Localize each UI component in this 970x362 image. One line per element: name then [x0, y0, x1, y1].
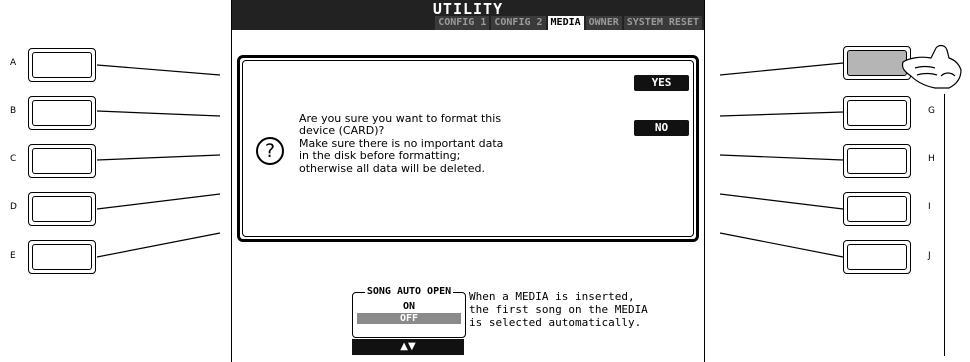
- dialog-message: Are you sure you want to format this dev…: [299, 112, 504, 175]
- up-down-arrows-button[interactable]: ▲▼: [352, 339, 464, 355]
- panel-button-g[interactable]: [843, 96, 911, 130]
- panel-button-h[interactable]: [843, 144, 911, 178]
- button-label-j: J: [928, 251, 931, 261]
- song-auto-open-title: SONG AUTO OPEN: [364, 286, 454, 297]
- button-label-e: E: [10, 251, 16, 261]
- panel-button-i[interactable]: [843, 192, 911, 226]
- pointer-line: [944, 94, 945, 356]
- lcd-screen: UTILITY CONFIG 1 CONFIG 2 MEDIA OWNER SY…: [231, 0, 705, 362]
- button-label-b: B: [10, 106, 17, 116]
- panel-button-j[interactable]: [843, 240, 911, 274]
- media-settings-area: SONG AUTO OPEN ON OFF ▲▼ When a MEDIA is…: [232, 262, 704, 362]
- format-confirm-dialog: YES NO ? Are you sure you want to format…: [237, 55, 699, 242]
- panel-button-a[interactable]: [28, 48, 96, 82]
- tab-system-reset[interactable]: SYSTEM RESET: [623, 16, 702, 30]
- button-label-i: I: [928, 202, 931, 212]
- panel-button-d[interactable]: [28, 192, 96, 226]
- no-button[interactable]: NO: [634, 120, 689, 136]
- song-auto-open-help: When a MEDIA is inserted, the first song…: [469, 290, 648, 329]
- tab-config1[interactable]: CONFIG 1: [435, 16, 490, 30]
- title-bar: UTILITY CONFIG 1 CONFIG 2 MEDIA OWNER SY…: [232, 0, 704, 30]
- button-label-a: A: [10, 58, 17, 68]
- song-auto-open-option-on[interactable]: ON: [353, 301, 465, 312]
- tab-config2[interactable]: CONFIG 2: [491, 16, 546, 30]
- pressing-hand-icon: [901, 44, 962, 89]
- song-auto-open-option-off[interactable]: OFF: [357, 313, 461, 324]
- button-label-c: C: [10, 154, 17, 164]
- button-label-d: D: [10, 202, 17, 212]
- panel-button-b[interactable]: [28, 96, 96, 130]
- song-auto-open-selector[interactable]: SONG AUTO OPEN ON OFF: [352, 286, 466, 338]
- button-label-h: H: [928, 154, 935, 164]
- button-label-g: G: [928, 106, 935, 116]
- panel-button-c[interactable]: [28, 144, 96, 178]
- panel-button-e[interactable]: [28, 240, 96, 274]
- yes-button[interactable]: YES: [634, 75, 689, 91]
- tab-bar: CONFIG 1 CONFIG 2 MEDIA OWNER SYSTEM RES…: [435, 16, 702, 30]
- question-icon: ?: [256, 137, 284, 165]
- tab-media[interactable]: MEDIA: [547, 16, 584, 30]
- tab-owner[interactable]: OWNER: [585, 16, 622, 30]
